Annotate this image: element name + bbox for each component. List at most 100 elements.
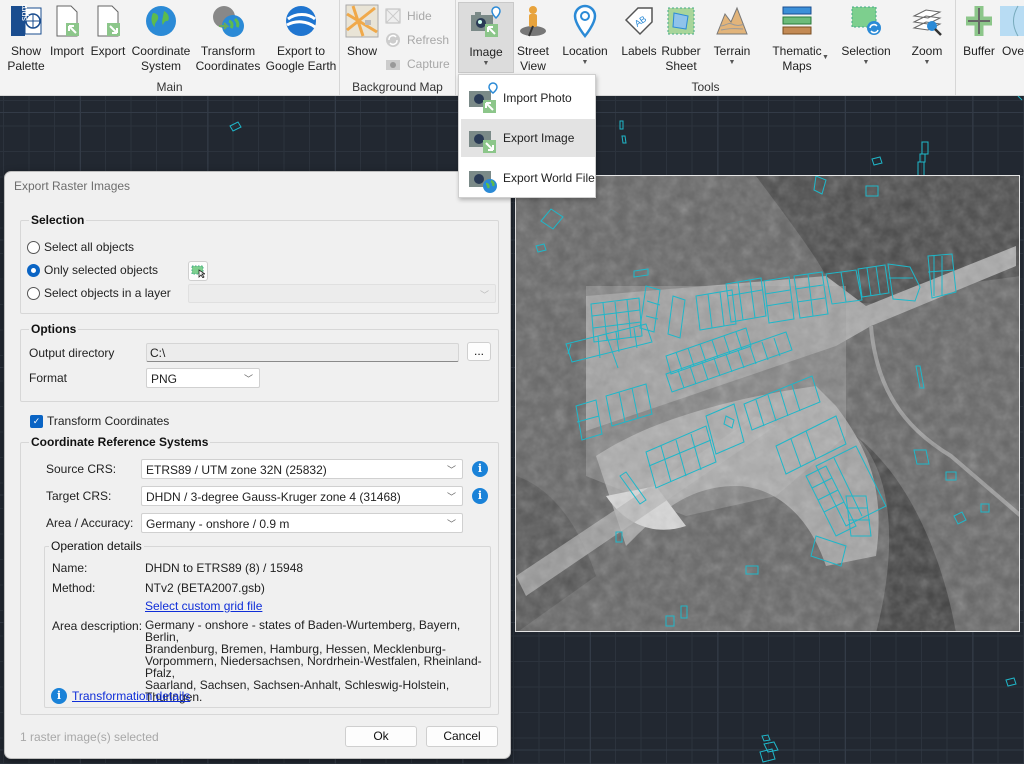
format-select-value: PNG — [151, 372, 178, 386]
rubber-sheet-icon — [664, 4, 698, 38]
location-button[interactable]: Location ▼ — [560, 4, 610, 67]
thematic-maps-button[interactable]: Thematic Maps — [766, 4, 828, 74]
buffer-button[interactable]: Buffer — [960, 4, 998, 59]
radio-only-selected-indicator[interactable] — [27, 263, 40, 277]
menu-item-import-photo-label: Import Photo — [503, 91, 572, 105]
group-label-main: Main — [156, 80, 183, 94]
capture-button[interactable]: Capture — [385, 56, 450, 72]
image-menu-button[interactable]: Image ▼ — [458, 2, 514, 73]
select-custom-grid-file-link[interactable]: Select custom grid file — [145, 599, 262, 613]
source-crs-info-icon[interactable]: i — [472, 461, 488, 477]
import-button[interactable]: Import — [47, 4, 87, 59]
import-label: Import — [49, 44, 84, 58]
transform-coordinates-checkbox[interactable]: ✓ — [30, 415, 43, 428]
menu-item-export-image-label: Export Image — [503, 131, 575, 145]
pick-selection-button[interactable] — [188, 261, 208, 281]
rubber-sheet-label-1: Rubber — [661, 44, 701, 58]
area-description-value: Germany - onshore - states of Baden-Wurt… — [145, 619, 490, 703]
menu-item-export-image[interactable]: Export Image — [461, 119, 595, 157]
thematic-maps-icon — [780, 4, 814, 38]
buffer-icon — [962, 4, 996, 38]
radio-layer-indicator[interactable] — [27, 286, 40, 300]
export-google-earth-button[interactable]: Export to Google Earth — [265, 4, 337, 74]
area-accuracy-select[interactable]: Germany - onshore / 0.9 m ﹀ — [141, 513, 463, 533]
label-tag-icon: AB — [622, 4, 656, 38]
terrain-button[interactable]: Terrain ▼ — [710, 4, 754, 67]
menu-item-import-photo[interactable]: Import Photo — [461, 79, 595, 117]
output-directory-label: Output directory — [29, 346, 115, 360]
format-select[interactable]: PNG ﹀ — [146, 368, 260, 388]
coordinate-system-button[interactable]: Coordinate System — [130, 4, 192, 74]
export-button[interactable]: Export — [89, 4, 127, 59]
ok-button[interactable]: Ok — [345, 726, 417, 747]
radio-select-objects-in-layer[interactable]: Select objects in a layer — [27, 286, 171, 300]
chevron-down-icon: ﹀ — [446, 519, 456, 529]
operation-method-value: NTv2 (BETA2007.gsb) — [145, 581, 265, 595]
import-photo-icon — [469, 82, 498, 113]
selection-heading: Selection — [29, 213, 87, 227]
ribbon-group-analysis: Buffer Over — [956, 0, 1024, 96]
show-palette-label-2: Palette — [7, 59, 45, 73]
overlay-button[interactable]: Over — [998, 4, 1024, 59]
radio-select-all-label: Select all objects — [44, 240, 135, 254]
thematic-maps-dropdown-arrow-icon[interactable]: ▼ — [822, 54, 829, 61]
browse-directory-button[interactable]: ... — [467, 342, 491, 361]
dialog-title: Export Raster Images — [14, 179, 131, 193]
refresh-button[interactable]: Refresh — [385, 32, 449, 48]
radio-select-all-indicator[interactable] — [27, 240, 40, 254]
show-background-map-button[interactable]: Show — [343, 4, 381, 59]
thematic-maps-label-2: Maps — [782, 59, 812, 73]
refresh-label: Refresh — [407, 33, 450, 47]
source-crs-select[interactable]: ETRS89 / UTM zone 32N (25832) ﹀ — [141, 459, 463, 479]
operation-name-value: DHDN to ETRS89 (8) / 15948 — [145, 561, 304, 575]
crs-heading: Coordinate Reference Systems — [29, 435, 211, 449]
export-file-icon — [91, 4, 125, 38]
import-file-icon — [50, 4, 84, 38]
aerial-raster-image[interactable] — [515, 175, 1020, 632]
aerial-photo-with-building-outlines — [516, 176, 1019, 631]
radio-only-selected-objects[interactable]: Only selected objects — [27, 263, 158, 277]
street-view-button[interactable]: Street View — [514, 4, 552, 74]
radio-select-all-objects[interactable]: Select all objects — [27, 240, 134, 254]
area-accuracy-value: Germany - onshore / 0.9 m — [146, 517, 290, 531]
show-palette-button[interactable]: spm Show Palette — [4, 4, 48, 74]
cancel-button[interactable]: Cancel — [426, 726, 498, 747]
target-crs-info-icon[interactable]: i — [472, 488, 488, 504]
labels-label: Labels — [621, 44, 657, 58]
select-objects-icon — [191, 265, 207, 279]
transform-coordinates-button[interactable]: Transform Coordinates — [195, 4, 261, 74]
hide-label: Hide — [407, 9, 432, 23]
image-dropdown-arrow-icon: ▼ — [482, 60, 490, 67]
coordinate-system-label-2: System — [140, 59, 181, 73]
labels-button[interactable]: AB Labels — [619, 4, 659, 59]
area-description-line: Saarland, Sachsen, Sachsen-Anhalt, Schle… — [145, 678, 450, 704]
selection-dropdown-arrow-icon[interactable]: ▼ — [863, 59, 870, 67]
street-view-label-1: Street — [516, 44, 549, 58]
chevron-down-icon: ﹀ — [446, 465, 456, 475]
svg-text:spm: spm — [19, 4, 29, 21]
selection-button[interactable]: Selection ▼ — [836, 4, 896, 67]
output-directory-input[interactable]: C:\ — [146, 343, 459, 362]
image-dropdown-menu: Import Photo Export Image Export World F… — [458, 74, 596, 198]
street-view-pegman-icon — [516, 4, 550, 38]
chevron-down-icon: ﹀ — [479, 290, 489, 300]
hide-button[interactable]: Hide — [385, 8, 432, 24]
menu-item-export-world-file[interactable]: Export World File — [461, 159, 595, 197]
target-crs-select[interactable]: DHDN / 3-degree Gauss-Kruger zone 4 (314… — [141, 486, 463, 506]
location-dropdown-arrow-icon: ▼ — [581, 59, 589, 66]
terrain-label: Terrain — [713, 44, 751, 58]
hide-map-icon — [385, 8, 401, 24]
google-earth-icon — [284, 4, 318, 38]
rubber-sheet-button[interactable]: Rubber Sheet — [659, 4, 703, 74]
format-label: Format — [29, 371, 68, 385]
target-crs-value: DHDN / 3-degree Gauss-Kruger zone 4 (314… — [146, 490, 401, 504]
terrain-dropdown-arrow-icon: ▼ — [728, 59, 736, 66]
options-group: Options — [20, 322, 499, 402]
zoom-button[interactable]: Zoom ▼ — [906, 4, 948, 67]
terrain-icon — [715, 4, 749, 38]
overlay-icon — [998, 4, 1024, 38]
layer-select[interactable]: ﹀ — [188, 284, 496, 303]
buffer-label: Buffer — [963, 44, 995, 58]
coordinate-system-label-1: Coordinate — [131, 44, 191, 58]
transformation-details-link[interactable]: Transformation details — [72, 689, 190, 703]
